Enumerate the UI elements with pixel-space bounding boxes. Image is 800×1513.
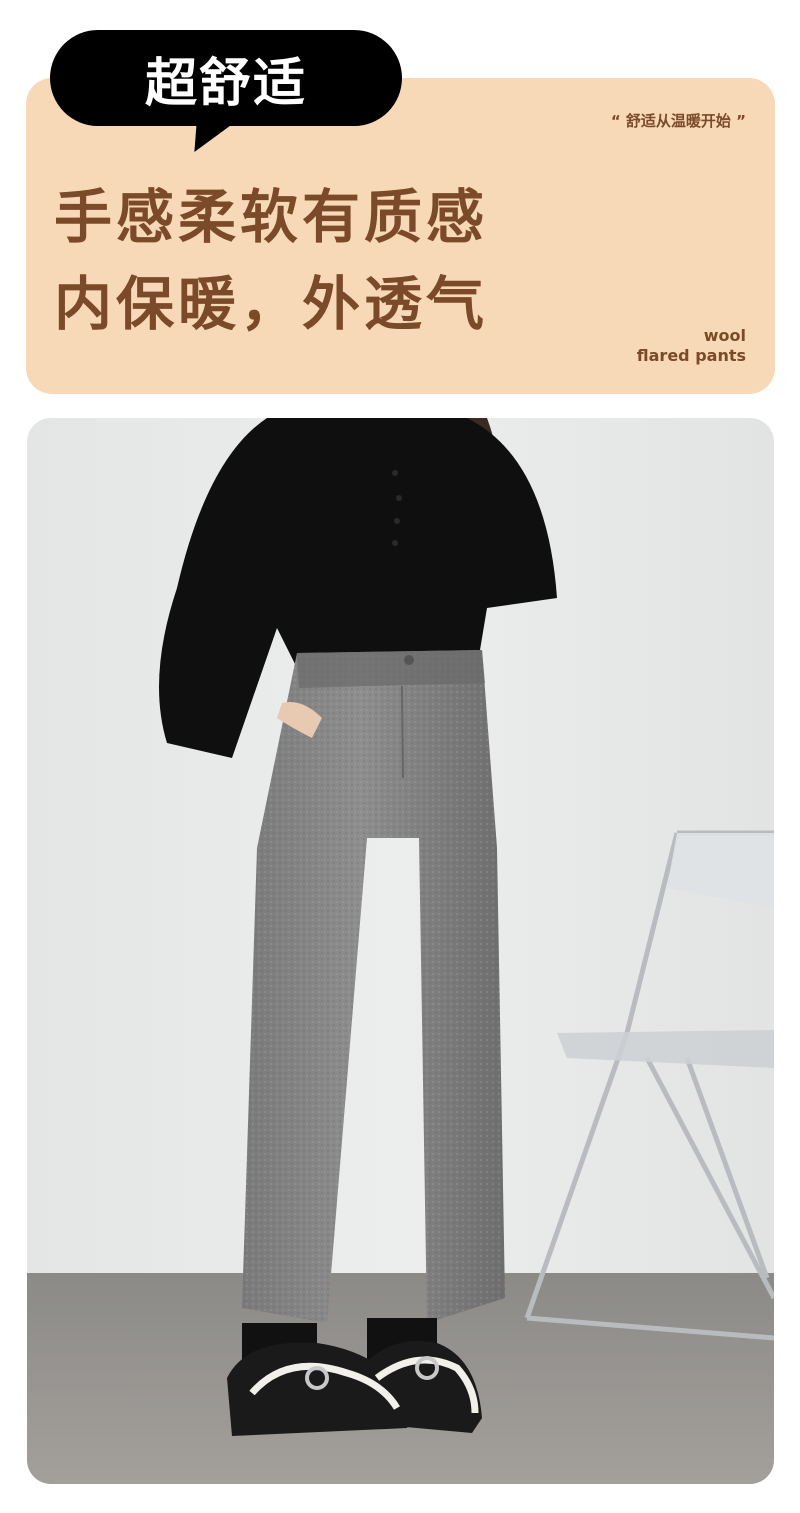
english-label-1: wool xyxy=(703,326,746,345)
product-photo xyxy=(27,418,774,1484)
tagline: “ 舒适从温暖开始 ” xyxy=(610,112,746,130)
headline-line-1: 手感柔软有质感 xyxy=(54,183,489,251)
product-photo-illustration xyxy=(27,418,774,1484)
headline-line-2: 内保暖，外透气 xyxy=(54,270,489,338)
english-label-2: flared pants xyxy=(636,346,746,365)
